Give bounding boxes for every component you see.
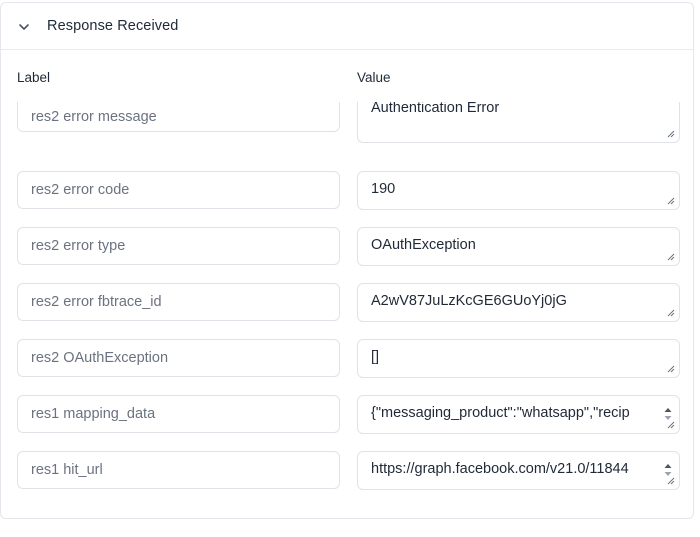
resize-handle-icon[interactable] <box>667 477 675 485</box>
label-input[interactable]: res2 OAuthException <box>17 339 340 377</box>
label-text: res1 hit_url <box>31 462 103 478</box>
response-received-panel: Response Received Label Value res2 error… <box>0 2 694 519</box>
field-rows: res2 error message Authentication Error … <box>1 102 693 497</box>
value-textarea[interactable]: {"messaging_product":"whatsapp","recip <box>357 395 680 434</box>
value-textarea[interactable]: 190 <box>357 171 680 210</box>
scroll-spinner-icon[interactable] <box>663 407 673 421</box>
value-textarea[interactable]: Authentication Error <box>357 102 680 143</box>
value-text: OAuthException <box>371 237 476 253</box>
resize-handle-icon[interactable] <box>667 197 675 205</box>
label-text: res2 error code <box>31 182 130 198</box>
value-text: https://graph.facebook.com/v21.0/11844 <box>371 461 629 477</box>
scroll-spinner-icon[interactable] <box>663 463 673 477</box>
label-input[interactable]: res2 error type <box>17 227 340 265</box>
value-text: 190 <box>371 181 396 197</box>
panel-header[interactable]: Response Received <box>1 3 693 50</box>
resize-handle-icon[interactable] <box>667 253 675 261</box>
value-textarea[interactable]: [] <box>357 339 680 378</box>
panel-title: Response Received <box>47 18 179 34</box>
label-input[interactable]: res1 hit_url <box>17 451 340 489</box>
chevron-down-icon[interactable] <box>17 20 31 34</box>
value-text: Authentication Error <box>371 102 500 116</box>
value-textarea[interactable]: OAuthException <box>357 227 680 266</box>
value-column-header: Value <box>357 70 391 85</box>
value-textarea[interactable]: A2wV87JuLzKcGE6GUoYj0jG <box>357 283 680 322</box>
label-input[interactable]: res1 mapping_data <box>17 395 340 433</box>
label-text: res1 mapping_data <box>31 406 156 422</box>
label-text: res2 error fbtrace_id <box>31 294 162 310</box>
resize-handle-icon[interactable] <box>667 309 675 317</box>
label-text: res2 error message <box>31 109 157 125</box>
resize-handle-icon[interactable] <box>667 365 675 373</box>
resize-handle-icon[interactable] <box>667 130 675 138</box>
label-input[interactable]: res2 error code <box>17 171 340 209</box>
resize-handle-icon[interactable] <box>667 421 675 429</box>
value-text: A2wV87JuLzKcGE6GUoYj0jG <box>371 293 567 309</box>
label-input[interactable]: res2 error message <box>17 102 340 132</box>
value-text: {"messaging_product":"whatsapp","recip <box>371 405 630 421</box>
value-text: [] <box>371 349 380 365</box>
label-column-header: Label <box>17 70 51 85</box>
value-textarea[interactable]: https://graph.facebook.com/v21.0/11844 <box>357 451 680 490</box>
label-input[interactable]: res2 error fbtrace_id <box>17 283 340 321</box>
label-text: res2 error type <box>31 238 126 254</box>
label-text: res2 OAuthException <box>31 350 169 366</box>
